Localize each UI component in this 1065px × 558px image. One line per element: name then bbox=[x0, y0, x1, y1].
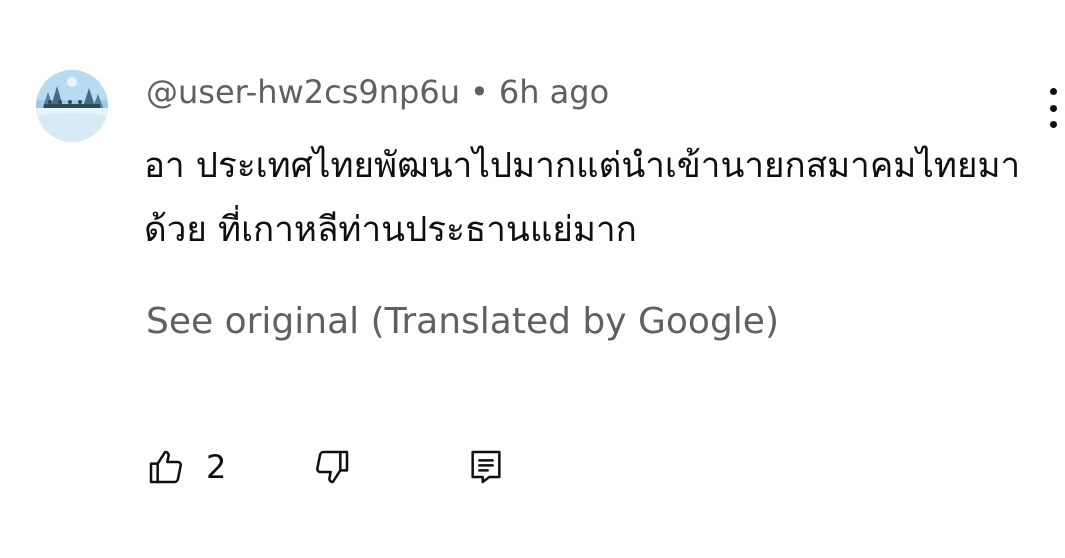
thumbs-down-icon bbox=[312, 447, 352, 487]
header-separator: • bbox=[469, 73, 489, 111]
like-count: 2 bbox=[206, 448, 227, 486]
comment-timestamp[interactable]: 6h ago bbox=[499, 73, 609, 111]
see-original-link[interactable]: See original (Translated by Google) bbox=[146, 298, 779, 346]
menu-dot bbox=[1049, 104, 1057, 112]
reply-button[interactable] bbox=[466, 442, 506, 492]
comment-text: อา ประเทศไทยพัฒนาไปมากแต่นำเข้านายกสมาคม… bbox=[144, 146, 1021, 250]
dislike-button[interactable] bbox=[312, 442, 352, 492]
comment-item: @user-hw2cs9np6u • 6h ago อา ประเทศไทยพัฒน… bbox=[0, 0, 1065, 558]
comment-actions: 2 bbox=[146, 442, 646, 492]
like-button[interactable]: 2 bbox=[146, 442, 226, 492]
menu-dot bbox=[1049, 121, 1057, 128]
thumbs-up-icon bbox=[146, 447, 186, 487]
more-vertical-icon[interactable] bbox=[1036, 88, 1065, 128]
menu-dot bbox=[1049, 88, 1057, 95]
avatar[interactable] bbox=[36, 70, 108, 142]
comment-author[interactable]: @user-hw2cs9np6u bbox=[146, 73, 460, 111]
reply-comment-icon bbox=[466, 447, 506, 487]
comment-header: @user-hw2cs9np6u • 6h ago bbox=[146, 70, 609, 114]
winter-landscape-avatar-icon bbox=[36, 70, 108, 142]
